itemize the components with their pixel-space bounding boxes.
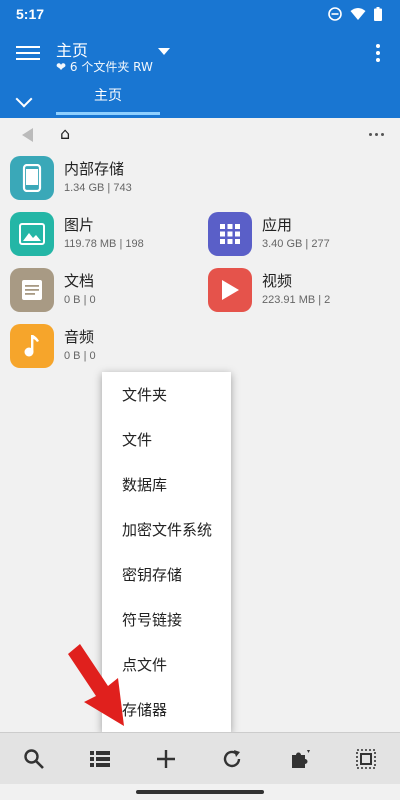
menu-item-label: 符号链接	[122, 611, 183, 629]
battery-icon	[374, 7, 382, 21]
more-options-icon[interactable]	[376, 44, 380, 65]
play-icon	[208, 268, 252, 312]
menu-item-keystore[interactable]: 密钥存储	[102, 552, 231, 597]
select-all-icon[interactable]	[354, 747, 378, 771]
tile-audio[interactable]: 音频 0 B | 0	[10, 320, 200, 372]
menu-item-database[interactable]: 数据库	[102, 462, 231, 507]
menu-item-encrypted-fs[interactable]: 加密文件系统	[102, 507, 231, 552]
menu-item-label: 密钥存储	[122, 566, 183, 584]
add-icon[interactable]	[154, 747, 178, 771]
subtitle-text: 6 个文件夹 RW	[69, 60, 153, 74]
tile-name: 内部存储	[64, 160, 125, 178]
menu-item-label: 文件	[122, 431, 153, 449]
tile-meta: 119.78 MB | 198	[64, 238, 144, 250]
wifi-icon	[350, 8, 366, 20]
tab-indicator	[56, 112, 160, 115]
page-subtitle: ❤ 6 个文件夹 RW	[56, 58, 153, 75]
document-icon	[10, 268, 54, 312]
music-note-icon	[10, 324, 54, 368]
menu-item-file[interactable]: 文件	[102, 417, 231, 462]
app-bar: 主页 ❤ 6 个文件夹 RW 主页	[0, 30, 400, 118]
heart-icon: ❤	[56, 60, 67, 74]
path-more-icon[interactable]	[369, 133, 384, 136]
apps-grid-icon	[208, 212, 252, 256]
tile-videos[interactable]: 视频 223.91 MB | 2	[208, 264, 398, 316]
tile-meta: 3.40 GB | 277	[262, 238, 330, 250]
back-icon[interactable]	[22, 128, 33, 142]
system-nav-bar	[0, 784, 400, 800]
tile-internal-storage[interactable]: 内部存储 1.34 GB | 743	[10, 152, 200, 204]
image-icon	[10, 212, 54, 256]
plugin-icon[interactable]	[288, 747, 312, 771]
tile-name: 文档	[64, 272, 95, 290]
menu-item-label: 数据库	[122, 476, 168, 494]
dnd-icon	[328, 7, 342, 21]
tile-name: 音频	[64, 328, 95, 346]
status-bar: 5:17	[0, 0, 400, 30]
home-icon[interactable]: ⌂	[60, 124, 70, 143]
status-icons	[328, 7, 382, 21]
tile-name: 视频	[262, 272, 293, 290]
menu-item-folder[interactable]: 文件夹	[102, 372, 231, 417]
title-dropdown-icon[interactable]	[158, 48, 170, 55]
list-view-icon[interactable]	[88, 747, 112, 771]
status-time: 5:17	[16, 6, 45, 22]
tile-apps[interactable]: 应用 3.40 GB | 277	[208, 208, 398, 260]
tab-home[interactable]: 主页	[56, 86, 160, 114]
tile-name: 图片	[64, 216, 95, 234]
chevron-down-icon[interactable]	[15, 90, 33, 108]
menu-item-label: 文件夹	[122, 386, 168, 404]
path-bar: ⌂	[0, 118, 400, 152]
tile-meta: 0 B | 0	[64, 294, 96, 306]
tile-meta: 0 B | 0	[64, 350, 96, 362]
tile-meta: 1.34 GB | 743	[64, 182, 132, 194]
tile-name: 应用	[262, 216, 293, 234]
refresh-icon[interactable]	[220, 747, 244, 771]
bottom-toolbar	[0, 732, 400, 785]
menu-icon[interactable]	[16, 42, 40, 66]
home-gesture-pill[interactable]	[136, 790, 264, 794]
red-arrow-annotation	[68, 644, 124, 726]
phone-icon	[10, 156, 54, 200]
search-icon[interactable]	[22, 747, 46, 771]
menu-item-label: 加密文件系统	[122, 521, 213, 539]
tile-pictures[interactable]: 图片 119.78 MB | 198	[10, 208, 200, 260]
tile-meta: 223.91 MB | 2	[262, 294, 331, 306]
menu-item-symlink[interactable]: 符号链接	[102, 597, 231, 642]
tile-documents[interactable]: 文档 0 B | 0	[10, 264, 200, 316]
